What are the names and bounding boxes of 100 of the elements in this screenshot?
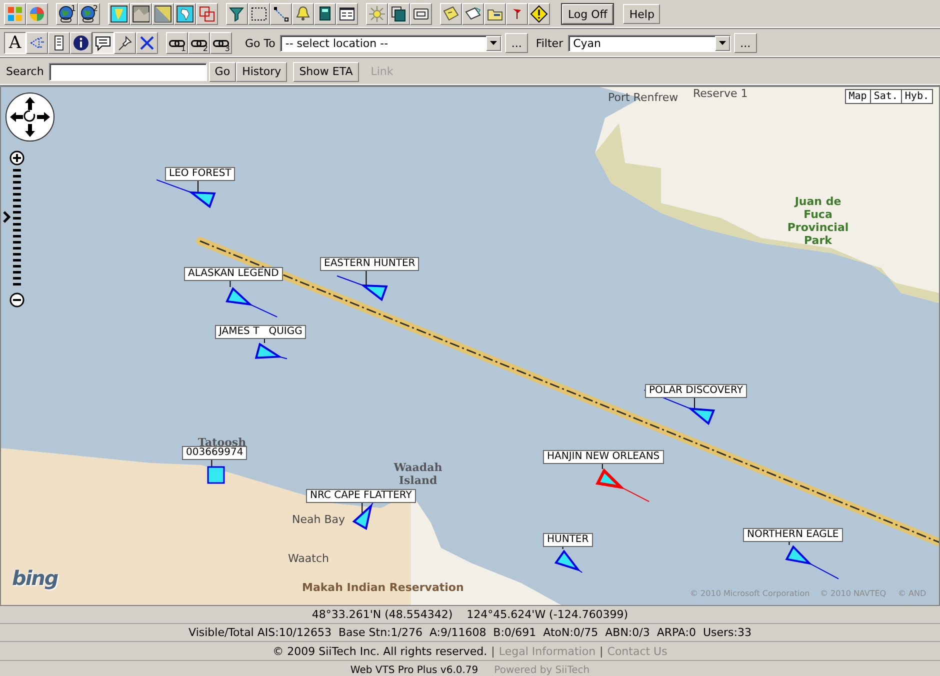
search-field[interactable] [48, 62, 207, 80]
history-button[interactable]: History [236, 62, 288, 82]
attribution-text: © 2010 Microsoft Corporation [690, 589, 810, 598]
toolbar-button[interactable] [292, 3, 314, 25]
powered-by-text: Powered by SiiTech [494, 665, 590, 676]
filter-select[interactable]: Cyan [568, 34, 732, 52]
leader-line [602, 464, 603, 470]
vessel-name-label[interactable]: EASTERN HUNTER [320, 257, 420, 271]
vessel-triangle-icon[interactable] [156, 179, 216, 208]
vessel-counts-text: Visible/Total AIS:10/12653 Base Stn:1/276 A:9/11608 B:0/691 AtoN:0/75 ABN:0/3 ARPA:0 Users:33 [0, 624, 940, 642]
route-icon [272, 5, 290, 23]
map[interactable] [0, 86, 940, 606]
globe-icon [80, 5, 98, 23]
show-eta-button[interactable]: Show ETA [293, 62, 359, 82]
help-button[interactable]: Help [623, 4, 660, 24]
vessel-triangle-icon[interactable] [336, 275, 388, 302]
search-label: Search [6, 65, 44, 78]
vessel-name-label[interactable]: LEO FOREST [165, 167, 236, 181]
place-label: Makah Indian Reservation [302, 581, 464, 594]
toolbar-button[interactable] [528, 3, 550, 25]
four-squares-icon [6, 5, 24, 23]
toolbar-button[interactable] [152, 3, 174, 25]
attribution-text: © AND [898, 589, 926, 598]
map-type-button[interactable]: Sat. [870, 89, 902, 104]
toolbar-button[interactable] [130, 3, 152, 25]
zoom-in-icon[interactable] [9, 150, 25, 166]
zoom-out-icon[interactable] [9, 292, 25, 308]
tool-button[interactable] [92, 32, 114, 54]
leader-line [788, 542, 790, 546]
place-label: Port Renfrew [608, 91, 678, 104]
dotted-rectangle-icon [250, 5, 268, 23]
vessel-name-label[interactable]: POLAR DISCOVERY [645, 384, 747, 398]
toolbar-button[interactable] [248, 3, 270, 25]
colored-circle-icon [28, 5, 46, 23]
station-square-icon[interactable] [207, 466, 225, 484]
leader-line [264, 338, 265, 344]
picture-icon [442, 5, 460, 23]
place-label: Juan de Fuca Provincial Park [786, 195, 850, 247]
toolbar-button[interactable] [270, 3, 292, 25]
map-tile-icon [154, 5, 172, 23]
log-off-button[interactable]: Log Off [562, 4, 614, 24]
attribution-text: © 2010 NAVTEQ [820, 589, 886, 598]
chain-link-icon [169, 40, 185, 46]
window-icon [338, 5, 356, 23]
globe-icon [58, 5, 76, 23]
vessel-name-label[interactable]: NRC CAPE FLATTERY [306, 489, 416, 503]
toolbar-button[interactable]: 2 [78, 3, 100, 25]
chain-link-icon [213, 40, 229, 46]
place-label: Waatch [288, 552, 329, 565]
map-type-button[interactable]: Map [844, 89, 871, 104]
go-to-label: Go To [245, 36, 276, 50]
info-icon [72, 34, 90, 52]
overlapping-squares-icon [198, 5, 216, 23]
vessel-triangle-icon[interactable] [785, 545, 840, 580]
vessel-triangle-icon[interactable] [226, 287, 278, 318]
leader-line [366, 270, 367, 286]
pushpin-icon [116, 34, 134, 52]
vessel-triangle-icon[interactable] [254, 342, 288, 360]
pan-control-icon[interactable] [5, 92, 55, 142]
vessel-name-label[interactable]: NORTHERN EAGLE [743, 528, 843, 542]
toolbar-button[interactable] [484, 3, 506, 25]
speech-bubble-icon [94, 34, 112, 52]
coordinates-text: 48°33.261'N (48.554342) 124°45.624'W (-124.760399) [0, 606, 940, 624]
zoom-slider-track[interactable] [12, 169, 22, 287]
toolbar-button[interactable] [336, 3, 358, 25]
vessel-triangle-icon[interactable] [554, 550, 583, 573]
vessel-name-label[interactable]: 003669974 [182, 446, 248, 460]
map-tile-icon [132, 5, 150, 23]
cross-icon [138, 34, 156, 52]
logo-text: bing [12, 566, 58, 590]
toolbar-button[interactable] [388, 3, 410, 25]
text-tool-button[interactable]: A [4, 32, 26, 54]
warning-icon [530, 5, 548, 23]
toolbar-button[interactable]: 1 [56, 3, 78, 25]
place-label: Waadah Island [392, 461, 444, 487]
map-type-button[interactable]: Hyb. [902, 89, 933, 104]
bell-icon [294, 5, 312, 23]
more-button[interactable]: ... [734, 33, 757, 53]
go-button[interactable]: Go [208, 62, 236, 82]
vessel-name-label[interactable]: HANJIN NEW ORLEANS [543, 450, 664, 464]
toolbar-button[interactable] [410, 3, 432, 25]
map-tile-icon [110, 5, 128, 23]
toolbar-button[interactable] [174, 3, 196, 25]
vessel-triangle-icon[interactable] [352, 500, 374, 530]
toolbar-button[interactable] [226, 3, 248, 25]
leader-line [211, 460, 212, 468]
more-button[interactable]: ... [505, 33, 528, 53]
toolbar-button[interactable] [462, 3, 484, 25]
leader-line [694, 398, 695, 410]
leader-line [562, 546, 564, 550]
sun-icon [368, 5, 386, 23]
zoom-level-chevron-icon[interactable] [3, 211, 11, 223]
vessel-name-label[interactable]: JAMES T QUIGG [215, 325, 306, 339]
toolbar-button[interactable] [314, 3, 336, 25]
separator-text: | [491, 644, 495, 658]
vessel-name-label[interactable]: HUNTER [543, 533, 593, 547]
location-select[interactable]: -- select location -- [280, 34, 502, 52]
toolbar-button[interactable] [108, 3, 130, 25]
toolbar-button[interactable] [440, 3, 462, 25]
vessel-name-label[interactable]: ALASKAN LEGEND [184, 267, 283, 281]
